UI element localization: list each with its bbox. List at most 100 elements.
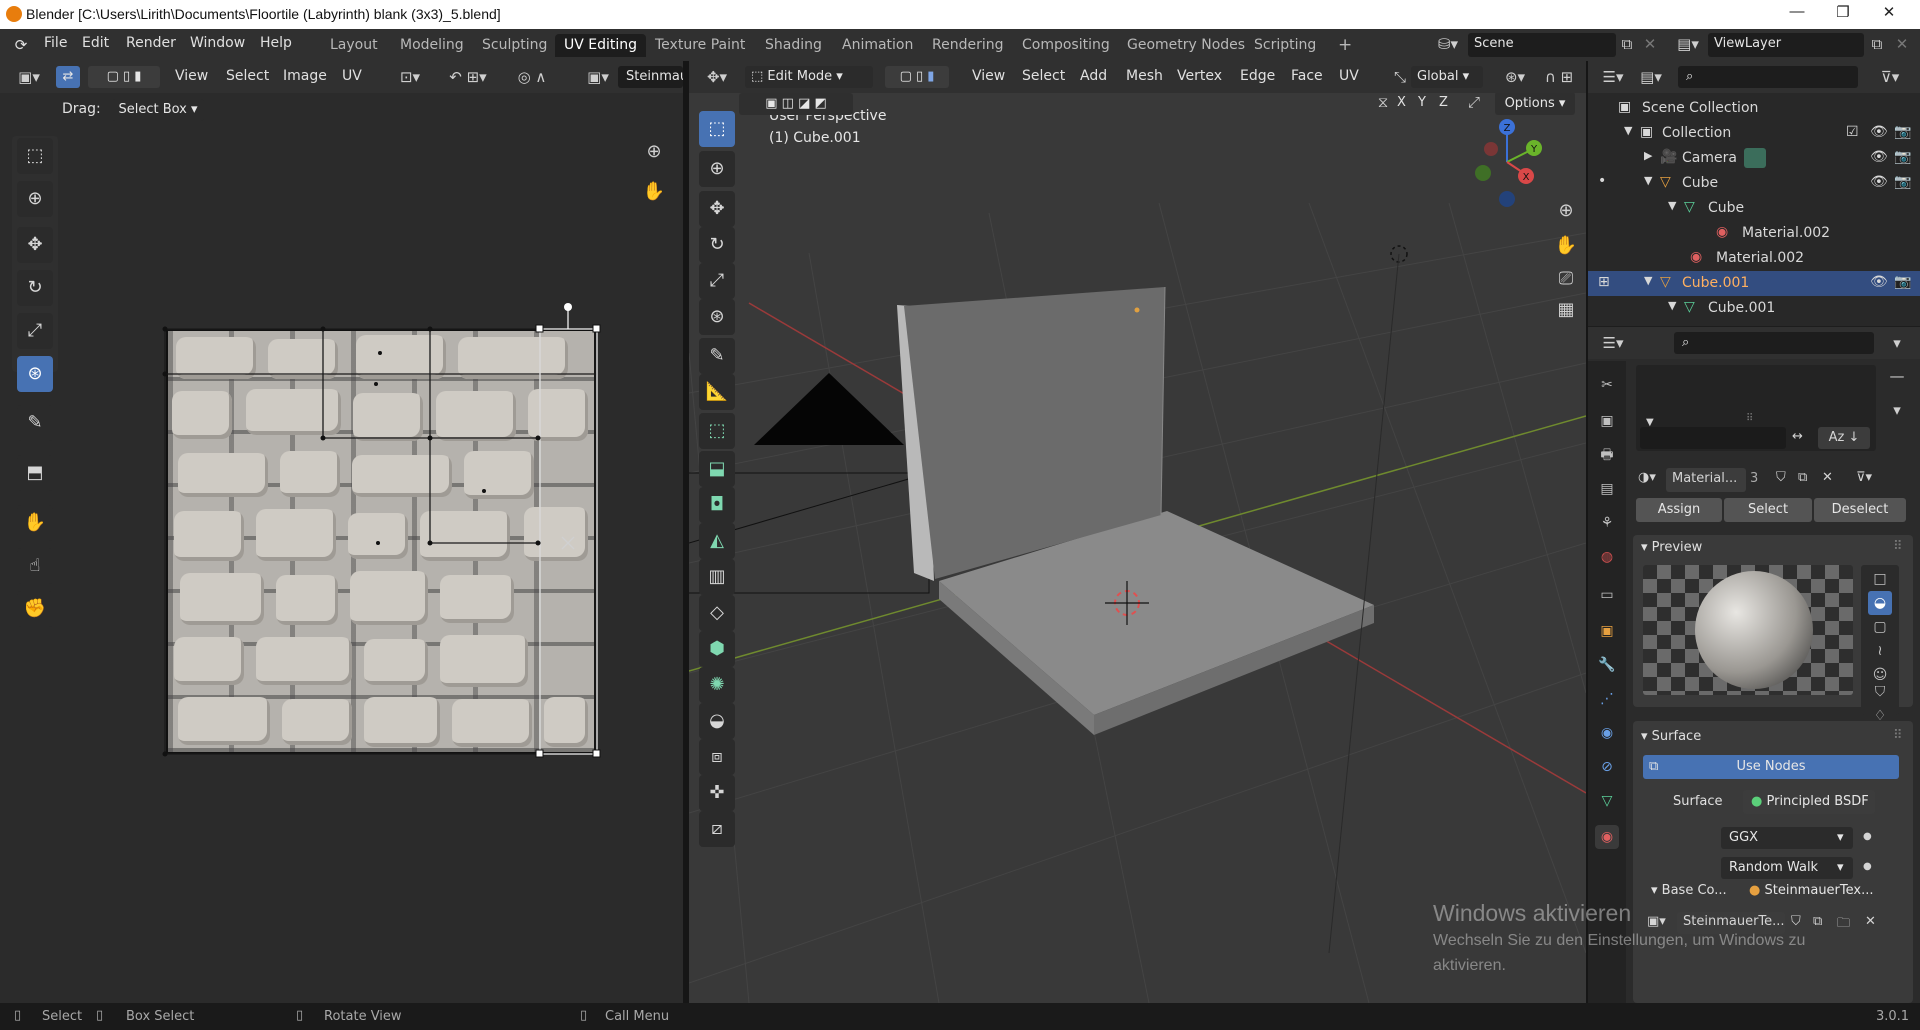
use-nodes-button[interactable]: ⧉ Use Nodes	[1643, 755, 1899, 779]
vp-select-box-tool-icon[interactable]: ⬚	[699, 111, 735, 147]
close-button[interactable]: ✕	[1866, 3, 1912, 25]
outliner-row[interactable]: ▣ Scene Collection	[1588, 96, 1920, 121]
assign-button[interactable]: Assign	[1636, 498, 1722, 522]
tab-shading[interactable]: Shading	[756, 34, 831, 57]
link-mode-icon[interactable]: ⊽▾	[1856, 470, 1872, 485]
render-tab-icon[interactable]: ▣	[1595, 409, 1619, 433]
camera-data-icon[interactable]	[1744, 148, 1766, 168]
tab-scripting[interactable]: Scripting	[1245, 34, 1325, 57]
view-layer-tab-icon[interactable]: ▤	[1595, 477, 1619, 501]
display-mode-icon[interactable]: ▤▾	[1634, 68, 1668, 86]
image-duplicate-icon[interactable]: ⧉	[1813, 914, 1822, 929]
outliner-row[interactable]: ▶ 🎥 Camera 👁 📷	[1588, 146, 1920, 171]
tab-uv-editing[interactable]: UV Editing	[555, 34, 647, 57]
scene-selector[interactable]: Scene	[1468, 33, 1616, 57]
vp-cursor-tool-icon[interactable]: ⊕	[699, 151, 735, 187]
expand-icon[interactable]: ▼	[1668, 199, 1676, 212]
surface-panel-header[interactable]: ▾ Surface	[1641, 729, 1701, 744]
base-color-field[interactable]: ● SteinmauerTex...	[1743, 880, 1899, 902]
blender-menu-icon[interactable]: ⟳	[10, 36, 32, 54]
vp-measure-tool-icon[interactable]: 📐	[699, 374, 735, 410]
vp-spin-tool-icon[interactable]: ✺	[699, 667, 735, 703]
outliner-editor-type-icon[interactable]: ☰▾	[1596, 68, 1630, 86]
base-color-label[interactable]: ▾ Base Co...	[1651, 883, 1727, 898]
eye-icon[interactable]: 👁	[1870, 149, 1888, 165]
image-open-icon[interactable]: 🗀	[1837, 914, 1850, 936]
sync-selection-icon[interactable]: ⇄	[56, 66, 80, 88]
tab-sculpting[interactable]: Sculpting	[473, 34, 556, 57]
vp-poly-build-tool-icon[interactable]: ⬢	[699, 631, 735, 667]
distribution-dropdown[interactable]: GGX ▾	[1721, 827, 1853, 849]
mode-dropdown[interactable]: ⬚ Edit Mode ▾	[745, 66, 873, 88]
vp-annotate-tool-icon[interactable]: ✎	[699, 338, 735, 374]
vp-menu-add[interactable]: Add	[1080, 68, 1107, 84]
minimize-button[interactable]: —	[1774, 3, 1820, 25]
uv-menu-select[interactable]: Select	[226, 68, 269, 84]
list-filter-input[interactable]	[1640, 427, 1786, 449]
tab-geometry-nodes[interactable]: Geometry Nodes	[1118, 34, 1254, 57]
vp-add-cube-tool-icon[interactable]: ⬚	[699, 413, 735, 449]
menu-help[interactable]: Help	[260, 35, 292, 51]
duplicate-material-icon[interactable]: ⧉	[1798, 470, 1807, 485]
add-workspace-button[interactable]: +	[1329, 34, 1361, 57]
image-datablock-field[interactable]: SteinmauerTe...	[1677, 912, 1785, 934]
vp-edge-slide-tool-icon[interactable]: ⧈	[699, 739, 735, 775]
panel-drag-handle-icon[interactable]: ⠿	[1893, 728, 1903, 743]
render-camera-icon[interactable]: 📷	[1894, 174, 1911, 190]
expand-icon[interactable]: ▼	[1644, 174, 1652, 187]
image-unlink-icon[interactable]: ✕	[1865, 914, 1876, 929]
vp-rotate-tool-icon[interactable]: ↻	[699, 227, 735, 263]
sort-az-icon[interactable]: Az ↓	[1818, 427, 1870, 449]
vp-bevel-tool-icon[interactable]: ◭	[699, 523, 735, 559]
remove-scene-icon[interactable]: ✕	[1640, 35, 1660, 53]
particles-tab-icon[interactable]: ⋰	[1595, 687, 1619, 711]
snapping-icon[interactable]: ↶ ⊞▾	[436, 68, 500, 86]
axis-y-toggle[interactable]: Y	[1418, 95, 1426, 110]
outliner-row[interactable]: ◉ Material.002	[1588, 246, 1920, 271]
view-layer-selector[interactable]: ViewLayer	[1708, 33, 1864, 57]
view-layer-icon[interactable]: ▤▾	[1670, 35, 1706, 53]
tool-tab-icon[interactable]: ✂	[1595, 373, 1619, 397]
snap-icon[interactable]: ∩ ⊞	[1539, 68, 1579, 86]
expand-icon[interactable]: ▼	[1668, 299, 1676, 312]
vp-extrude-tool-icon[interactable]: ⬓	[699, 451, 735, 487]
outliner-row[interactable]: ▼ ▣ Collection ☑ 👁 📷	[1588, 121, 1920, 146]
scene-icon[interactable]: ⛁▾	[1430, 35, 1466, 53]
modifier-tab-icon[interactable]: 🔧	[1595, 653, 1619, 677]
tab-animation[interactable]: Animation	[833, 34, 922, 57]
slot-specials-icon[interactable]: ▾	[1886, 401, 1908, 419]
vp-shear-tool-icon[interactable]: ⧄	[699, 811, 735, 847]
vp-move-tool-icon[interactable]: ✥	[699, 191, 735, 227]
data-tab-icon[interactable]: ▽	[1595, 789, 1619, 813]
preview-cloth-icon[interactable]: ⛉	[1868, 680, 1892, 704]
expand-icon[interactable]: ▶	[1644, 149, 1652, 162]
vp-menu-face[interactable]: Face	[1291, 68, 1323, 84]
orientation-icon[interactable]: ⤡	[1389, 68, 1411, 86]
scene-tab-icon[interactable]: ⚘	[1595, 511, 1619, 535]
material-browse-icon[interactable]: ◑▾	[1638, 470, 1656, 485]
options-dropdown[interactable]: Options ▾	[1495, 93, 1575, 115]
editor-type-icon[interactable]: ▣▾	[12, 68, 46, 86]
menu-window[interactable]: Window	[190, 35, 245, 51]
image-name-field[interactable]: Steinmau	[618, 66, 683, 88]
vp-menu-mesh[interactable]: Mesh	[1126, 68, 1163, 84]
render-camera-icon[interactable]: 📷	[1894, 274, 1911, 290]
render-camera-icon[interactable]: 📷	[1894, 149, 1911, 165]
subsurface-method-dropdown[interactable]: Random Walk ▾	[1721, 857, 1853, 879]
list-resize-handle-icon[interactable]: ⠿	[1746, 413, 1753, 424]
maximize-button[interactable]: ❐	[1820, 3, 1866, 25]
vp-zoom-icon[interactable]: ⊕	[1553, 200, 1579, 221]
vp-scale-tool-icon[interactable]: ⤢	[699, 263, 735, 299]
3d-viewport[interactable]: User Perspective (1) Cube.001 ▣ ◫ ◪ ◩ ⧖ …	[689, 93, 1586, 1003]
material-name-field[interactable]: Material...	[1666, 468, 1746, 492]
vp-menu-select[interactable]: Select	[1022, 68, 1065, 84]
checkbox-icon[interactable]: ☑	[1846, 124, 1859, 140]
output-tab-icon[interactable]: 🖶	[1595, 443, 1619, 467]
vp-shrink-tool-icon[interactable]: ✜	[699, 775, 735, 811]
outliner-row[interactable]: • ▼ ▽ Cube 👁 📷	[1588, 171, 1920, 196]
axis-z-toggle[interactable]: Z	[1439, 95, 1448, 110]
vp-pan-icon[interactable]: ✋	[1553, 235, 1579, 256]
preview-panel-header[interactable]: ▾ Preview	[1641, 540, 1702, 555]
eye-icon[interactable]: 👁	[1870, 274, 1888, 290]
proportional-edit-icon[interactable]: ◎ ∧	[508, 68, 556, 86]
